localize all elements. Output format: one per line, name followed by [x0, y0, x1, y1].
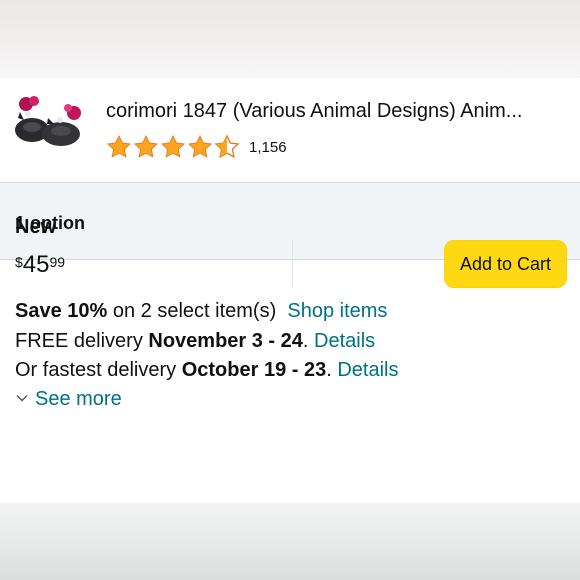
- product-title[interactable]: corimori 1847 (Various Animal Designs) A…: [106, 99, 568, 123]
- promo-bold: Save 10%: [15, 300, 108, 322]
- fastest-details-link[interactable]: Details: [337, 359, 398, 381]
- price-fraction: 99: [49, 254, 66, 270]
- see-more-label[interactable]: See more: [35, 388, 122, 410]
- promo-text: on 2 select item(s): [107, 300, 277, 322]
- delivery-suffix: .: [302, 330, 315, 352]
- delivery-dates: November 3 - 24: [148, 330, 303, 352]
- fastest-delivery-line: Or fastest delivery October 19 - 23. Det…: [15, 359, 399, 382]
- price-whole: 45: [22, 251, 50, 278]
- star-full-icon: [133, 134, 159, 158]
- promo-line: Save 10% on 2 select item(s) Shop items: [15, 300, 387, 323]
- add-to-cart-button[interactable]: Add to Cart: [444, 240, 567, 288]
- star-full-icon: [187, 134, 213, 158]
- star-half-icon: [214, 134, 240, 159]
- delivery-details-link[interactable]: Details: [314, 330, 375, 352]
- chevron-down-icon: [16, 394, 28, 402]
- fastest-prefix: Or fastest delivery: [15, 359, 182, 381]
- product-row[interactable]: corimori 1847 (Various Animal Designs) A…: [0, 78, 580, 182]
- shop-items-link[interactable]: Shop items: [287, 300, 387, 322]
- see-more-link[interactable]: See more: [15, 388, 122, 411]
- rating-stars[interactable]: 1,156: [106, 134, 287, 160]
- star-full-icon: [160, 134, 186, 158]
- offer-card: corimori 1847 (Various Animal Designs) A…: [0, 78, 580, 504]
- star-full-icon: [106, 134, 132, 158]
- price-symbol: $: [15, 254, 23, 270]
- price-box: $4599: [0, 239, 293, 287]
- product-thumbnail[interactable]: [12, 90, 86, 150]
- background-top: [0, 0, 580, 78]
- condition-label: New: [15, 216, 57, 238]
- fastest-dates: October 19 - 23: [181, 359, 327, 381]
- price: $4599: [15, 253, 65, 277]
- fastest-suffix: .: [326, 359, 338, 381]
- delivery-line: FREE delivery November 3 - 24. Details: [15, 330, 375, 353]
- rating-count[interactable]: 1,156: [249, 139, 287, 156]
- background-bottom: [0, 503, 580, 580]
- delivery-prefix: FREE delivery: [15, 330, 149, 352]
